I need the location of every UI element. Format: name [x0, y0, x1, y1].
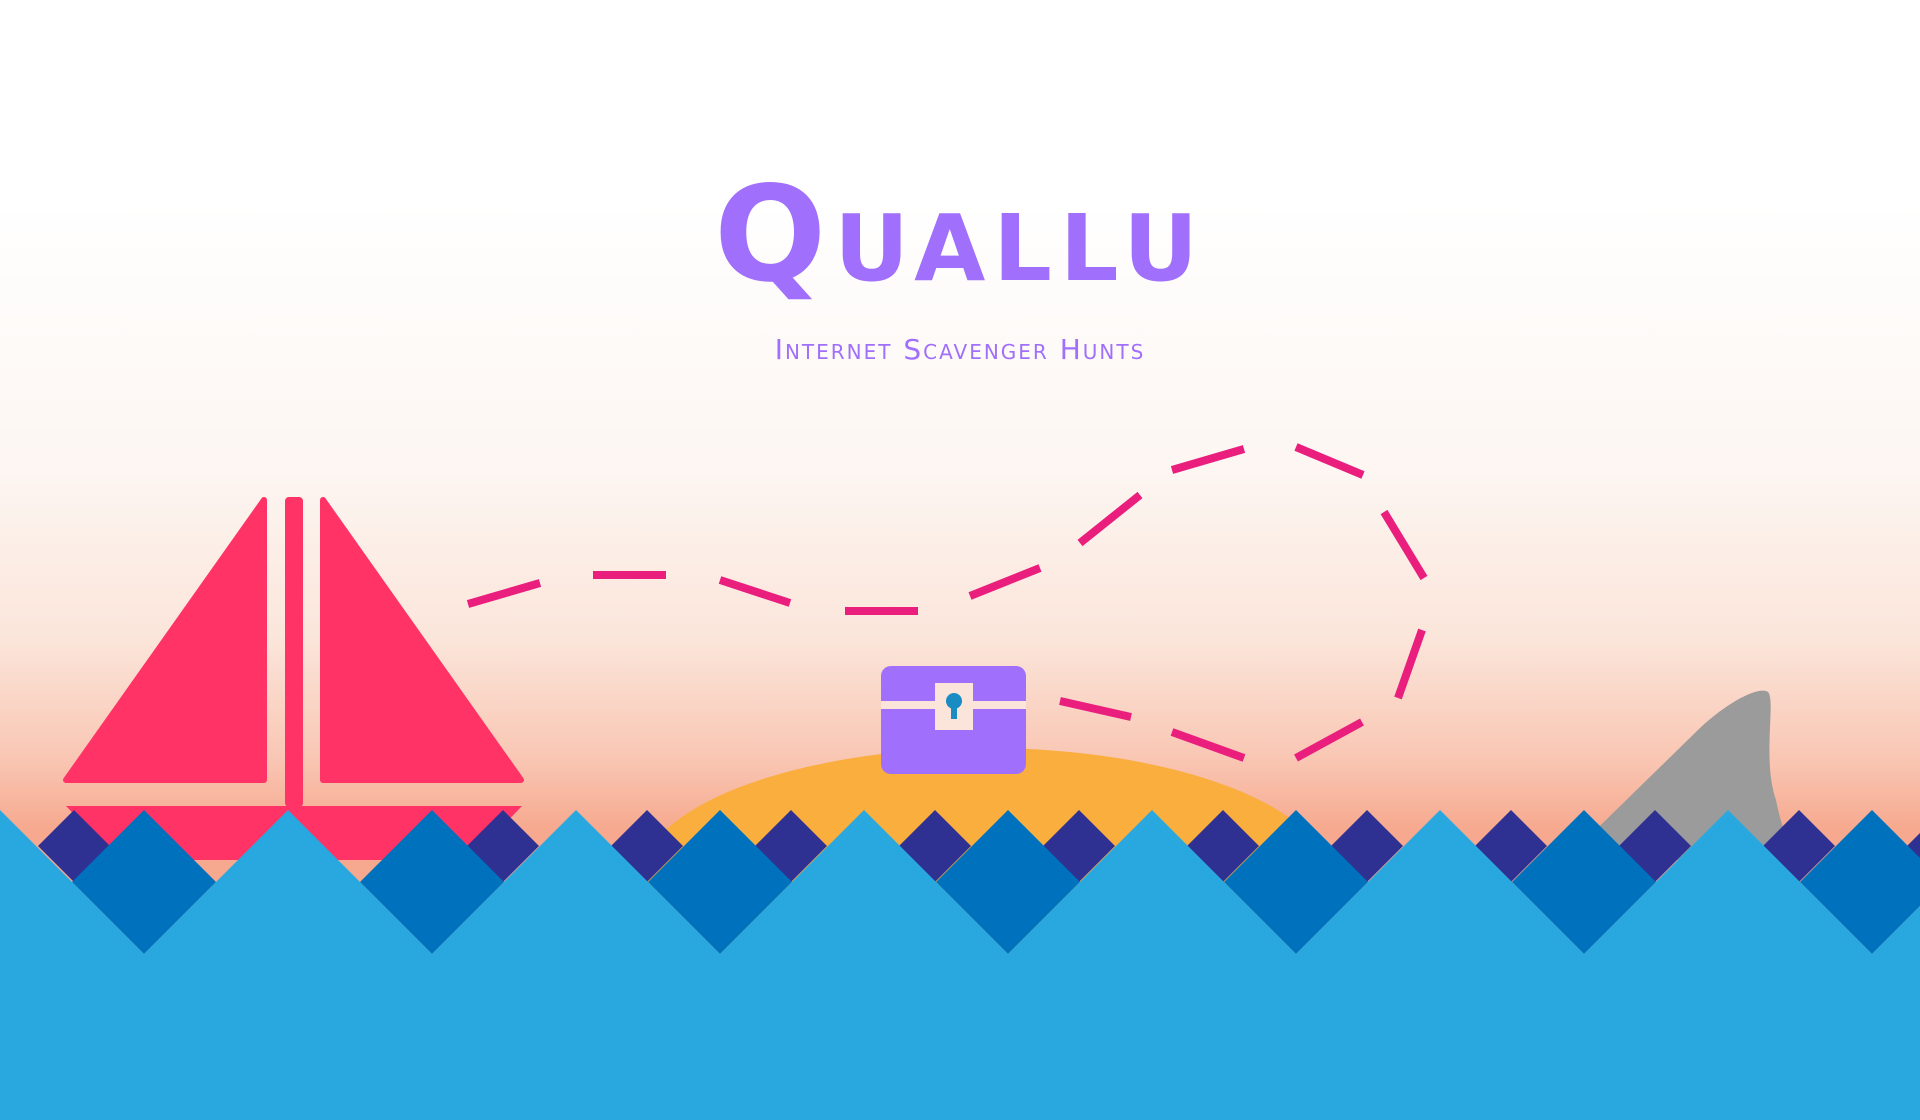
- treasure-chest-icon: [881, 666, 1026, 774]
- ocean-waves: [0, 810, 1920, 1120]
- brand-subtitle: Internet Scavenger Hunts: [774, 333, 1146, 366]
- hero-banner: Quallu Internet Scavenger Hunts: [0, 0, 1920, 1120]
- brand-title: Quallu: [714, 158, 1206, 312]
- sailboat-icon: [63, 497, 524, 860]
- brand-block: Quallu Internet Scavenger Hunts: [0, 150, 1920, 370]
